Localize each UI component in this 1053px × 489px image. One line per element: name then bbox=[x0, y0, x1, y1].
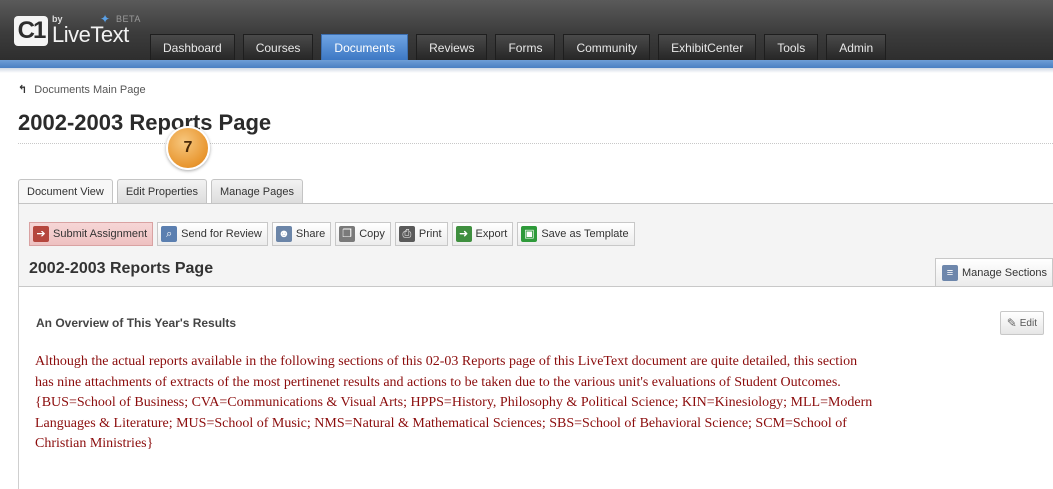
breadcrumb-label: Documents Main Page bbox=[34, 84, 146, 96]
header-shadow bbox=[0, 68, 1053, 73]
copy-button[interactable]: ❐ Copy bbox=[335, 222, 391, 246]
breadcrumb[interactable]: ↰ Documents Main Page bbox=[18, 83, 146, 96]
document-panel: ➔ Submit Assignment ⌕ Send for Review ☻ … bbox=[18, 204, 1053, 489]
send-for-review-button[interactable]: ⌕ Send for Review bbox=[157, 222, 268, 246]
section-page-title: 2002-2003 Reports Page bbox=[29, 260, 214, 277]
submit-icon: ➔ bbox=[33, 226, 49, 242]
share-button[interactable]: ☻ Share bbox=[271, 222, 332, 246]
magnifier-icon: ⌕ bbox=[161, 226, 178, 242]
document-icon: ≡ bbox=[942, 264, 958, 281]
save-as-template-label: Save as Template bbox=[541, 228, 629, 240]
top-header: C1 by ✦ BETA LiveText Dashboard Courses … bbox=[0, 0, 1053, 60]
tab-document-view[interactable]: Document View bbox=[18, 179, 113, 204]
save-disk-icon: ▣ bbox=[521, 226, 538, 242]
share-label: Share bbox=[295, 228, 326, 240]
body-line: Languages & Literature; MUS=School of Mu… bbox=[35, 415, 847, 431]
export-button[interactable]: ➜ Export bbox=[451, 222, 514, 246]
manage-sections-button[interactable]: ≡ Manage Sections bbox=[935, 258, 1053, 286]
submit-assignment-button[interactable]: ➔ Submit Assignment bbox=[29, 222, 154, 246]
submit-assignment-label: Submit Assignment bbox=[53, 228, 148, 240]
nav-tab-forms[interactable]: Forms bbox=[495, 34, 556, 60]
manage-sections-label: Manage Sections bbox=[962, 266, 1047, 279]
livetext-logo[interactable]: C1 by ✦ BETA LiveText bbox=[14, 12, 144, 50]
nav-tab-reviews[interactable]: Reviews bbox=[416, 34, 488, 60]
edit-label: Edit bbox=[1019, 317, 1037, 329]
share-users-icon: ☻ bbox=[275, 226, 292, 242]
edit-button[interactable]: ✎ Edit bbox=[999, 311, 1044, 335]
body-line: Christian Ministries} bbox=[35, 436, 154, 451]
section-heading: An Overview of This Year's Results bbox=[36, 316, 237, 330]
nav-tab-admin[interactable]: Admin bbox=[826, 34, 887, 60]
nav-tab-documents[interactable]: Documents bbox=[321, 34, 409, 60]
send-for-review-label: Send for Review bbox=[181, 228, 262, 240]
export-label: Export bbox=[475, 228, 508, 240]
nav-tab-tools[interactable]: Tools bbox=[764, 34, 819, 60]
back-arrow-icon: ↰ bbox=[18, 84, 28, 96]
export-icon: ➜ bbox=[455, 226, 472, 242]
section-content: An Overview of This Year's Results ✎ Edi… bbox=[19, 286, 1053, 489]
document-toolbar: ➔ Submit Assignment ⌕ Send for Review ☻ … bbox=[29, 222, 639, 246]
tab-edit-properties[interactable]: Edit Properties bbox=[116, 179, 207, 204]
page-title: 2002-2003 Reports Page bbox=[18, 110, 272, 135]
document-tabs: Document View Edit Properties Manage Pag… bbox=[18, 179, 307, 204]
printer-icon: ⎙ bbox=[398, 226, 415, 242]
body-line: {BUS=School of Business; CVA=Communicati… bbox=[35, 395, 873, 410]
nav-tab-community[interactable]: Community bbox=[563, 34, 651, 60]
body-line: has nine attachments of extracts of the … bbox=[35, 374, 841, 390]
nav-tab-courses[interactable]: Courses bbox=[242, 34, 314, 60]
header-accent-strip bbox=[0, 60, 1053, 68]
copy-label: Copy bbox=[359, 228, 385, 240]
nav-tab-dashboard[interactable]: Dashboard bbox=[150, 34, 235, 60]
logo-text: LiveText bbox=[52, 22, 129, 47]
tab-manage-pages[interactable]: Manage Pages bbox=[211, 179, 303, 204]
print-button[interactable]: ⎙ Print bbox=[394, 222, 448, 246]
nav-tab-exhibitcenter[interactable]: ExhibitCenter bbox=[658, 34, 757, 60]
main-nav: Dashboard Courses Documents Reviews Form… bbox=[150, 34, 894, 60]
print-label: Print bbox=[418, 228, 442, 240]
pencil-icon: ✎ bbox=[1006, 316, 1017, 330]
save-as-template-button[interactable]: ▣ Save as Template bbox=[517, 222, 635, 246]
c1-logo-mark: C1 bbox=[14, 16, 48, 46]
step-number-badge: 7 bbox=[166, 126, 210, 170]
copy-icon: ❐ bbox=[339, 226, 356, 242]
section-body-text: Although the actual reports available in… bbox=[35, 352, 1045, 455]
body-line: Although the actual reports available in… bbox=[35, 354, 858, 369]
